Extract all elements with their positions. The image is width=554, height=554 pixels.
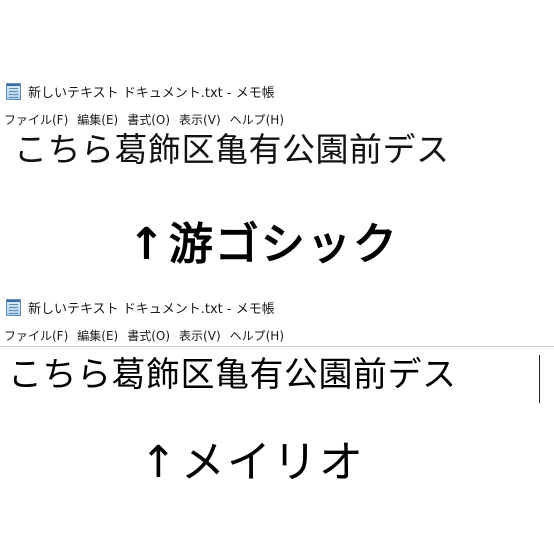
menu-file[interactable]: ファイル(F) <box>4 111 68 128</box>
menu-help[interactable]: ヘルプ(H) <box>230 111 284 128</box>
menu-format[interactable]: 書式(O) <box>127 111 170 128</box>
menu-bar: ファイル(F) 編集(E) 書式(O) 表示(V) ヘルプ(H) <box>0 324 554 346</box>
up-arrow-icon: ↑ <box>140 437 179 488</box>
editor-content: こちら葛飾区亀有公園前デス <box>14 130 450 169</box>
menu-view[interactable]: 表示(V) <box>179 111 221 128</box>
title-bar[interactable]: 新しいテキスト ドキュメント.txt - メモ帳 <box>0 74 554 108</box>
notepad-icon <box>6 298 21 316</box>
up-arrow-icon: ↑ <box>128 219 167 270</box>
screenshot-collage: 新しいテキスト ドキュメント.txt - メモ帳 ファイル(F) 編集(E) 書… <box>0 0 554 554</box>
text-caret <box>539 355 540 403</box>
menu-format[interactable]: 書式(O) <box>127 327 170 344</box>
font-name-label: メイリオ <box>180 437 365 488</box>
menu-edit[interactable]: 編集(E) <box>77 111 118 128</box>
text-editor-area[interactable]: こちら葛飾区亀有公園前デス <box>0 346 554 403</box>
font-caption-meiryo: ↑メイリオ <box>140 426 365 490</box>
text-editor-area[interactable]: こちら葛飾区亀有公園前デス <box>0 130 554 182</box>
menu-file[interactable]: ファイル(F) <box>4 327 68 344</box>
notepad-window-yu-gothic: 新しいテキスト ドキュメント.txt - メモ帳 ファイル(F) 編集(E) 書… <box>0 74 554 182</box>
menu-bar: ファイル(F) 編集(E) 書式(O) 表示(V) ヘルプ(H) <box>0 108 554 130</box>
menu-edit[interactable]: 編集(E) <box>77 327 118 344</box>
menu-help[interactable]: ヘルプ(H) <box>230 327 284 344</box>
title-bar[interactable]: 新しいテキスト ドキュメント.txt - メモ帳 <box>0 290 554 324</box>
font-name-label: 游ゴシック <box>168 219 399 270</box>
menu-view[interactable]: 表示(V) <box>179 327 221 344</box>
window-title: 新しいテキスト ドキュメント.txt - メモ帳 <box>28 301 275 317</box>
editor-content: こちら葛飾区亀有公園前デス <box>8 355 457 395</box>
font-caption-yu-gothic: ↑游ゴシック <box>128 208 399 272</box>
window-title: 新しいテキスト ドキュメント.txt - メモ帳 <box>28 85 275 101</box>
notepad-window-meiryo: 新しいテキスト ドキュメント.txt - メモ帳 ファイル(F) 編集(E) 書… <box>0 290 554 403</box>
notepad-icon <box>6 82 21 100</box>
